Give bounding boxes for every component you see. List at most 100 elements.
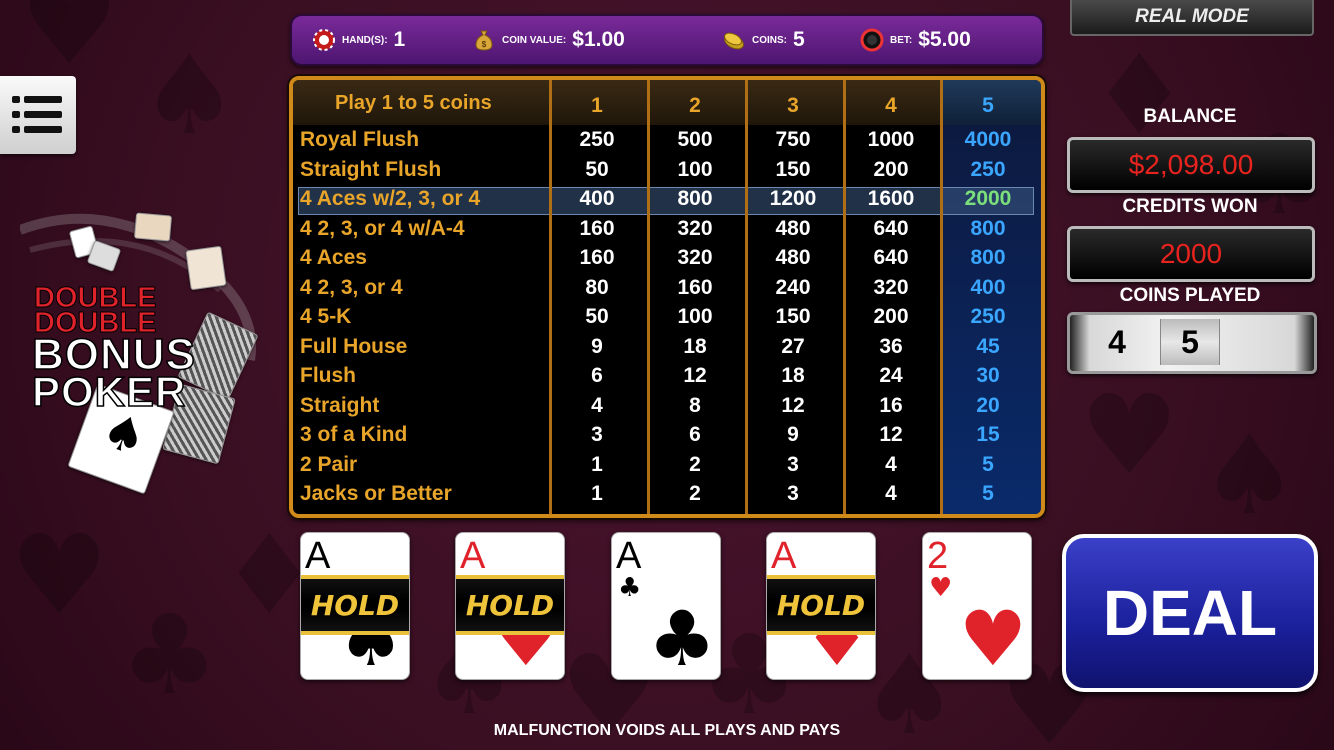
paytable-pay-value: 30	[976, 364, 1000, 387]
paytable-pay-value: 2000	[964, 187, 1012, 210]
paytable-hand-name: Straight	[300, 393, 380, 417]
hold-banner[interactable]: HOLD	[301, 575, 409, 635]
paytable-header-label: Play 1 to 5 coins	[335, 92, 492, 114]
paytable-pay-value: 3	[787, 482, 799, 505]
card-rank: A	[616, 535, 642, 577]
flying-card-icon	[133, 212, 173, 242]
paytable-pay-value: 9	[591, 334, 603, 358]
hold-banner[interactable]: HOLD	[767, 575, 875, 635]
paytable-coin-header-4: 4	[885, 94, 897, 117]
paytable-pay-value: 160	[677, 275, 713, 299]
paytable-pay-value: 4	[591, 393, 603, 417]
playing-card-2[interactable]: A♥♥HOLD	[455, 532, 565, 680]
playing-card-5[interactable]: 2 ♥ ♥	[922, 532, 1032, 680]
paytable-pay-value: 500	[677, 128, 713, 151]
playing-card-3[interactable]: A ♣ ♣	[611, 532, 721, 680]
card-rank: A	[305, 535, 331, 577]
real-mode-button[interactable]: REAL MODE	[1070, 0, 1314, 36]
card-suit-small-icon: ♣	[618, 573, 642, 603]
paytable-pay-value: 4000	[964, 128, 1012, 151]
coins-played-option-selected[interactable]: 5	[1160, 319, 1220, 365]
svg-text:$: $	[482, 40, 487, 49]
coins-played-option[interactable]: 4	[1088, 319, 1146, 365]
paytable-pay-value: 3	[787, 452, 799, 476]
paytable-pay-value: 750	[775, 128, 811, 151]
paytable-pay-value: 4	[885, 452, 897, 476]
paytable-pay-value: 320	[677, 216, 713, 240]
paytable-pay-value: 20	[976, 393, 1000, 417]
paytable: Play 1 to 5 coins 1 2 3 4 5 Royal Flush 250 500…	[289, 76, 1045, 518]
playing-card-4[interactable]: A♦♦HOLD	[766, 532, 876, 680]
paytable-pay-value: 160	[579, 216, 615, 240]
paytable-coin-header-2: 2	[689, 94, 701, 117]
playing-card-1[interactable]: A♠♠HOLD	[300, 532, 410, 680]
card-suit-large-icon: ♣	[647, 594, 716, 680]
paytable-pay-value: 50	[585, 305, 609, 328]
money-bag-icon: $	[475, 30, 493, 51]
paytable-pay-value: 1	[591, 482, 603, 505]
paytable-pay-value: 18	[781, 364, 805, 387]
paytable-pay-value: 800	[970, 216, 1006, 240]
paytable-pay-value: 2	[689, 482, 701, 505]
paytable-pay-value: 12	[781, 393, 805, 417]
card-rank: A	[771, 535, 797, 577]
hands-label: HAND(S):	[342, 34, 388, 46]
paytable-pay-value: 36	[879, 334, 903, 358]
balance-display: $2,098.00	[1067, 137, 1315, 193]
coins-label: COINS:	[752, 34, 787, 46]
paytable-pay-value: 6	[689, 423, 701, 446]
card-suit-large-icon: ♥	[958, 594, 1027, 680]
paytable-pay-value: 24	[879, 364, 903, 387]
paytable-pay-value: 12	[879, 423, 903, 446]
paytable-pay-value: 1200	[769, 187, 817, 210]
paytable-pay-value: 480	[775, 216, 811, 240]
coins-played-label: COINS PLAYED	[1119, 285, 1261, 306]
game-logo: ♠ DOUBLE DOUBLE BONUS POKER	[20, 210, 280, 495]
paytable-pay-value: 100	[677, 305, 713, 328]
paytable-pay-value: 200	[873, 305, 909, 328]
coin-value-label: COIN VALUE:	[502, 34, 567, 46]
paytable-pay-value: 400	[970, 275, 1006, 299]
balance-value: $2,098.00	[1128, 149, 1254, 180]
credits-won-display: 2000	[1067, 226, 1315, 282]
balance-label: BALANCE	[1143, 106, 1237, 127]
paytable-pay-value: 320	[873, 275, 909, 299]
paytable-pay-value: 4	[885, 482, 897, 505]
paytable-hand-name: 4 Aces	[300, 246, 367, 269]
paytable-coin-header-3: 3	[787, 94, 799, 117]
paytable-pay-value: 250	[970, 157, 1006, 181]
paytable-pay-value: 400	[579, 187, 615, 210]
paytable-hand-name: Straight Flush	[300, 157, 442, 181]
game-info-bar: HAND(S): 1 $ COIN VALUE: $1.00 COINS: 5 …	[290, 14, 1044, 66]
paytable-hand-name: 4 2, 3, or 4	[300, 275, 403, 299]
bet-stat: BET: $5.00	[860, 16, 971, 64]
paytable-pay-value: 45	[976, 334, 1000, 358]
paytable-pay-value: 250	[579, 128, 615, 151]
paytable-pay-value: 480	[775, 246, 811, 269]
paytable-coin-header-5: 5	[982, 94, 994, 117]
paytable-coin-header-1: 1	[591, 94, 603, 117]
paytable-pay-value: 6	[591, 364, 603, 387]
paytable-pay-value: 15	[976, 423, 1000, 446]
paytable-pay-value: 5	[982, 452, 994, 476]
menu-button[interactable]	[0, 76, 76, 154]
paytable-pay-value: 3	[591, 423, 603, 446]
paytable-hand-name: 4 Aces w/2, 3, or 4	[300, 187, 481, 210]
coins-played-selector[interactable]: 4 5	[1067, 312, 1317, 374]
paytable-hand-name: Jacks or Better	[300, 482, 452, 505]
paytable-hand-name: Royal Flush	[300, 128, 420, 151]
coins-stat: COINS: 5	[722, 16, 805, 64]
paytable-pay-value: 200	[873, 157, 909, 181]
paytable-hand-name: Full House	[300, 334, 408, 358]
credits-won-label: CREDITS WON	[1122, 196, 1258, 217]
bet-chip-icon	[860, 28, 884, 52]
coin-value-stat: $ COIN VALUE: $1.00	[472, 16, 625, 64]
paytable-pay-value: 640	[873, 246, 909, 269]
bet-label: BET:	[890, 34, 913, 46]
paytable-pay-value: 27	[781, 334, 805, 358]
paytable-pay-value: 100	[677, 157, 713, 181]
deal-button[interactable]: DEAL	[1062, 534, 1318, 692]
hold-banner[interactable]: HOLD	[456, 575, 564, 635]
paytable-pay-value: 250	[970, 305, 1006, 328]
paytable-pay-value: 150	[775, 157, 811, 181]
